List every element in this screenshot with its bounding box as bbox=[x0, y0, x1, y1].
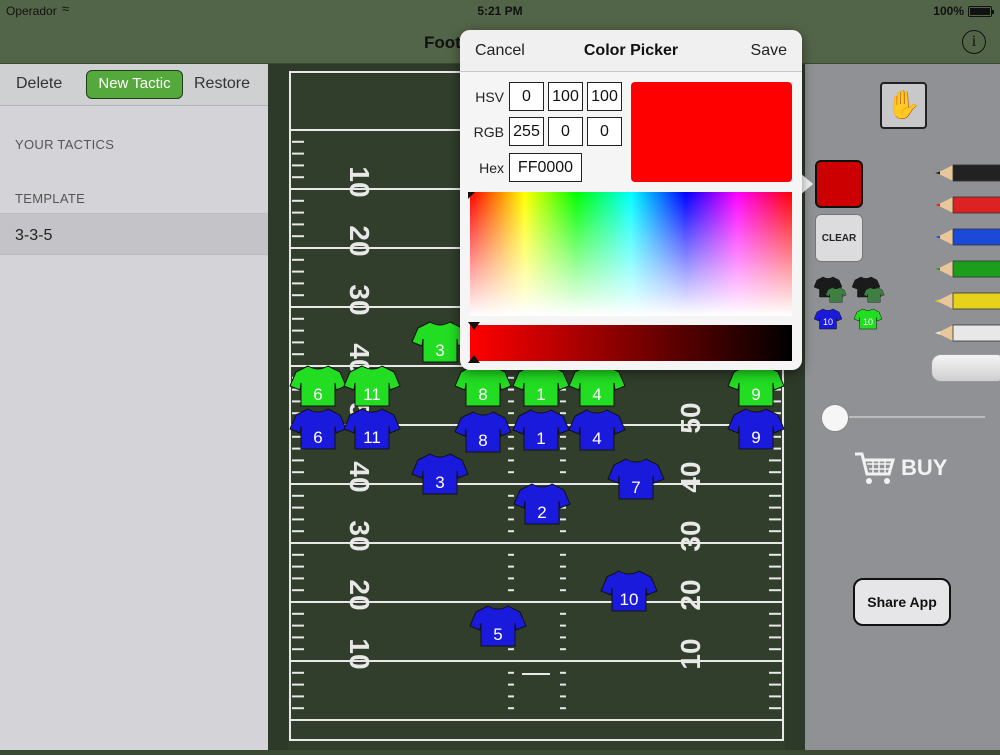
mini-jersey-number-2: 10 bbox=[863, 317, 873, 327]
info-icon[interactable]: i bbox=[962, 30, 986, 54]
hue-field[interactable]: 0 bbox=[509, 82, 544, 111]
yard-number-left: 30 bbox=[344, 284, 375, 315]
green-player-number: 4 bbox=[592, 385, 601, 404]
buy-button[interactable]: BUY bbox=[853, 450, 947, 486]
battery-indicator: 100% bbox=[933, 4, 994, 18]
yard-number-right: 30 bbox=[675, 520, 706, 551]
template-item[interactable]: 3-3-5 bbox=[0, 213, 268, 255]
green-player-number: 8 bbox=[478, 385, 487, 404]
blue-player-number: 4 bbox=[592, 429, 601, 448]
blue-jersey-icon[interactable]: 10 bbox=[813, 304, 843, 334]
color-picker-popover: Cancel Color Picker Save HSV 0 100 100 R… bbox=[460, 30, 802, 370]
yard-number-left: 10 bbox=[344, 638, 375, 669]
yard-number-left: 20 bbox=[344, 579, 375, 610]
blue-player-number: 7 bbox=[631, 478, 640, 497]
brightness-marker-bottom-icon bbox=[468, 355, 480, 363]
yard-number-right: 40 bbox=[675, 461, 706, 492]
hex-field[interactable]: FF0000 bbox=[509, 153, 582, 182]
new-tactic-button[interactable]: New Tactic bbox=[86, 70, 183, 99]
green-field[interactable]: 0 bbox=[548, 117, 583, 146]
pencil-icon-6[interactable] bbox=[935, 322, 1000, 344]
green-gray-jersey-icon-2 bbox=[863, 287, 885, 303]
hue-saturation-spectrum[interactable] bbox=[470, 192, 792, 316]
green-player-number: 1 bbox=[536, 385, 545, 404]
pencil-icon-4[interactable] bbox=[935, 258, 1000, 280]
tactics-sidebar: Delete New Tactic Restore YOUR TACTICS T… bbox=[0, 64, 268, 750]
status-time: 5:21 PM bbox=[477, 4, 523, 18]
nav-title: Foot bbox=[424, 33, 461, 52]
size-slider-track[interactable] bbox=[825, 416, 985, 418]
yard-number-left: 40 bbox=[344, 461, 375, 492]
hand-tool-button[interactable]: ✋ bbox=[880, 82, 927, 129]
blue-player-number: 5 bbox=[493, 625, 502, 644]
color-preview bbox=[631, 82, 792, 182]
restore-button[interactable]: Restore bbox=[194, 75, 250, 93]
value-field[interactable]: 100 bbox=[587, 82, 622, 111]
rgb-label: RGB bbox=[473, 124, 504, 140]
red-field[interactable]: 255 bbox=[509, 117, 544, 146]
tool-panel: ✋ CLEAR 10 10 BUY Share App bbox=[805, 64, 1000, 750]
saturation-field[interactable]: 100 bbox=[548, 82, 583, 111]
blue-player-number: 10 bbox=[620, 590, 639, 609]
pencil-icon-2[interactable] bbox=[935, 194, 1000, 216]
brightness-bar[interactable] bbox=[470, 325, 792, 361]
section-your-tactics: YOUR TACTICS bbox=[15, 137, 115, 152]
section-template: TEMPLATE bbox=[15, 191, 86, 206]
battery-icon bbox=[968, 5, 994, 17]
green-jersey-icon[interactable]: 10 bbox=[853, 304, 883, 334]
yard-number-left: 20 bbox=[344, 225, 375, 256]
popover-header: Cancel Color Picker Save bbox=[460, 30, 802, 72]
pencil-icon-5[interactable] bbox=[935, 290, 1000, 312]
spectrum-marker-icon bbox=[468, 192, 475, 199]
yard-number-left: 10 bbox=[344, 166, 375, 197]
share-app-button[interactable]: Share App bbox=[853, 578, 951, 626]
hex-label: Hex bbox=[479, 160, 504, 176]
delete-button[interactable]: Delete bbox=[16, 75, 62, 93]
hand-icon: ✋ bbox=[886, 89, 921, 120]
buy-label: BUY bbox=[901, 455, 948, 480]
blue-player-number: 3 bbox=[435, 473, 444, 492]
clear-button[interactable]: CLEAR bbox=[815, 214, 863, 262]
yard-number-right: 20 bbox=[675, 579, 706, 610]
blue-player-number: 9 bbox=[751, 428, 760, 447]
selected-color-swatch[interactable] bbox=[815, 160, 863, 208]
shopping-cart-icon bbox=[855, 452, 895, 484]
eraser-icon[interactable] bbox=[931, 354, 1000, 382]
pencil-icon-3[interactable] bbox=[935, 226, 1000, 248]
brightness-marker-top-icon bbox=[468, 322, 480, 330]
save-button[interactable]: Save bbox=[751, 42, 787, 60]
blue-player-number: 8 bbox=[478, 431, 487, 450]
blue-player-number: 1 bbox=[536, 429, 545, 448]
green-player-number: 6 bbox=[313, 385, 322, 404]
sidebar-toolbar: Delete New Tactic Restore bbox=[0, 64, 268, 106]
green-gray-jersey-icon bbox=[825, 287, 847, 303]
yard-number-left: 30 bbox=[344, 520, 375, 551]
green-player-number: 3 bbox=[435, 341, 444, 360]
hsv-label: HSV bbox=[475, 89, 504, 105]
yard-number-right: 10 bbox=[675, 638, 706, 669]
status-bar: Operador ≈ 5:21 PM 100% bbox=[0, 0, 1000, 22]
pencil-icon-1[interactable] bbox=[935, 162, 1000, 184]
green-player-number: 9 bbox=[751, 385, 760, 404]
green-player-number: 11 bbox=[363, 385, 381, 404]
size-slider-thumb[interactable] bbox=[821, 404, 849, 432]
blue-player-number: 6 bbox=[313, 428, 322, 447]
blue-player-number: 2 bbox=[537, 503, 546, 522]
yard-number-right: 50 bbox=[675, 402, 706, 433]
blue-player-number: 11 bbox=[363, 428, 381, 447]
mini-jersey-number: 10 bbox=[823, 317, 833, 327]
blue-field[interactable]: 0 bbox=[587, 117, 622, 146]
battery-percent: 100% bbox=[933, 4, 964, 18]
